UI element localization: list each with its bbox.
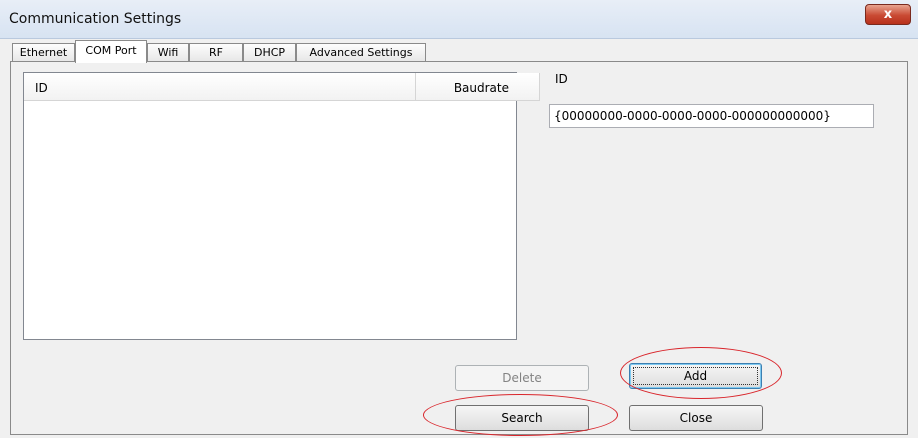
tab-com-port[interactable]: COM Port xyxy=(75,40,147,63)
close-button[interactable]: Close xyxy=(629,405,763,431)
search-button[interactable]: Search xyxy=(455,405,589,431)
id-input[interactable] xyxy=(549,104,874,128)
tab-ethernet[interactable]: Ethernet xyxy=(12,43,75,62)
column-header-id[interactable]: ID xyxy=(24,73,416,101)
window-title: Communication Settings xyxy=(9,11,182,27)
delete-button[interactable]: Delete xyxy=(455,365,589,391)
tab-wifi[interactable]: Wifi xyxy=(147,43,189,62)
com-port-list[interactable]: ID Baudrate xyxy=(23,72,540,340)
tab-rf[interactable]: RF xyxy=(189,43,243,62)
window-close-icon[interactable]: x xyxy=(865,4,911,25)
tab-advanced-settings[interactable]: Advanced Settings xyxy=(296,43,426,62)
id-label: ID xyxy=(555,72,568,86)
tab-dhcp[interactable]: DHCP xyxy=(243,43,296,62)
add-button[interactable]: Add xyxy=(629,363,762,389)
column-header-baudrate[interactable]: Baudrate xyxy=(416,73,540,101)
title-bar: Communication Settings x xyxy=(0,0,918,39)
